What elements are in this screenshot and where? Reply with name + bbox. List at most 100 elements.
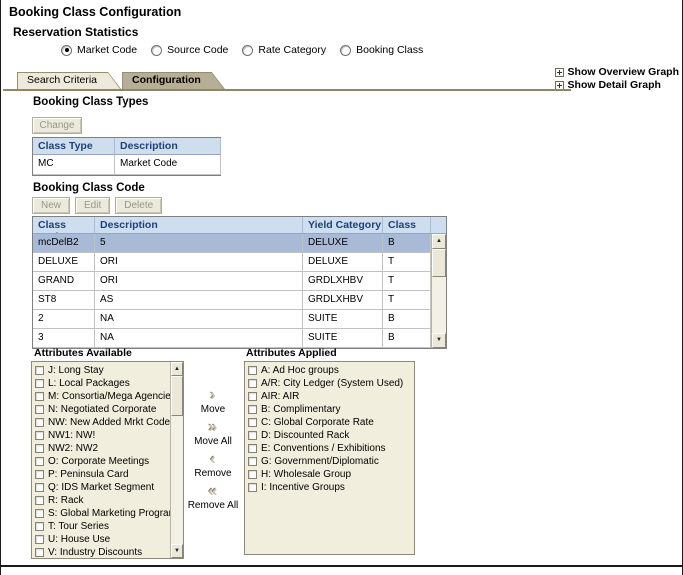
table-row[interactable]: 2 NA SUITE B bbox=[33, 310, 431, 329]
toolbar-button[interactable]: Edit bbox=[75, 197, 110, 214]
toolbar-button[interactable]: New bbox=[32, 197, 70, 214]
radio-button-icon[interactable] bbox=[242, 45, 253, 56]
column-header: Yield Category bbox=[303, 217, 383, 234]
tab[interactable]: Configuration bbox=[122, 72, 225, 89]
available-list-item[interactable]: Q: IDS Market Segment bbox=[32, 481, 170, 494]
table-row[interactable]: MC Market Code bbox=[33, 155, 220, 175]
available-list-item[interactable]: R: Rack bbox=[32, 494, 170, 507]
applied-list-item[interactable]: D: Discounted Rack bbox=[245, 429, 414, 442]
checkbox[interactable] bbox=[248, 392, 257, 401]
vertical-scrollbar[interactable]: ▲ ▼ bbox=[170, 362, 183, 558]
available-list-item[interactable]: U: House Use bbox=[32, 533, 170, 546]
yield-category-cell: GRDLXHBV bbox=[303, 272, 383, 291]
transfer-button[interactable]: » Move All bbox=[194, 421, 232, 450]
radio-button-icon[interactable] bbox=[340, 45, 351, 56]
show-graph-link[interactable]: Show Overview Graph bbox=[555, 66, 679, 78]
table-row[interactable]: DELUXE ORI DELUXE T bbox=[33, 253, 431, 272]
available-list-item[interactable]: J: Long Stay bbox=[32, 364, 170, 377]
expand-plus-icon[interactable] bbox=[555, 68, 564, 77]
available-list-item[interactable]: NW: New Added Mrkt Code bbox=[32, 416, 170, 429]
scroll-track[interactable] bbox=[171, 416, 183, 544]
table-row[interactable]: GRAND ORI GRDLXHBV T bbox=[33, 272, 431, 291]
table-row[interactable]: ST8 AS GRDLXHBV T bbox=[33, 291, 431, 310]
applied-list-item[interactable]: C: Global Corporate Rate bbox=[245, 416, 414, 429]
applied-list-item[interactable]: G: Government/Diplomatic bbox=[245, 455, 414, 468]
available-list-item[interactable]: M: Consortia/Mega Agencies bbox=[32, 390, 170, 403]
scroll-track[interactable] bbox=[432, 277, 446, 333]
booking-class-code-header-row: Class Code Description Yield Category Cl… bbox=[33, 217, 446, 234]
applied-list-item[interactable]: AIR: AIR bbox=[245, 390, 414, 403]
checkbox[interactable] bbox=[248, 457, 257, 466]
radio-option[interactable]: Booking Class bbox=[340, 44, 423, 56]
available-list-item[interactable]: NW2: NW2 bbox=[32, 442, 170, 455]
attribute-label: S: Global Marketing Programme bbox=[48, 508, 170, 519]
checkbox[interactable] bbox=[248, 366, 257, 375]
checkbox[interactable] bbox=[35, 496, 44, 505]
radio-option[interactable]: Source Code bbox=[151, 44, 228, 56]
applied-list-item[interactable]: E: Conventions / Exhibitions bbox=[245, 442, 414, 455]
checkbox[interactable] bbox=[35, 483, 44, 492]
checkbox[interactable] bbox=[35, 535, 44, 544]
scroll-down-button[interactable]: ▼ bbox=[432, 333, 446, 348]
checkbox[interactable] bbox=[35, 522, 44, 531]
scroll-thumb[interactable] bbox=[171, 376, 183, 416]
change-button[interactable]: Change bbox=[32, 117, 82, 134]
scroll-up-button[interactable]: ▲ bbox=[432, 234, 446, 249]
checkbox[interactable] bbox=[35, 548, 44, 557]
scroll-down-button[interactable]: ▼ bbox=[171, 544, 183, 558]
available-list-item[interactable]: S: Global Marketing Programme bbox=[32, 507, 170, 520]
checkbox[interactable] bbox=[35, 405, 44, 414]
checkbox[interactable] bbox=[35, 509, 44, 518]
checkbox[interactable] bbox=[35, 418, 44, 427]
available-list-item[interactable]: N: Negotiated Corporate bbox=[32, 403, 170, 416]
radio-button-icon[interactable] bbox=[61, 45, 72, 56]
tab[interactable]: Search Criteria bbox=[17, 72, 121, 89]
checkbox[interactable] bbox=[248, 405, 257, 414]
checkbox[interactable] bbox=[248, 483, 257, 492]
available-list-item[interactable]: P: Peninsula Card bbox=[32, 468, 170, 481]
available-list-item[interactable]: O: Corporate Meetings bbox=[32, 455, 170, 468]
applied-list-item[interactable]: I: Incentive Groups bbox=[245, 481, 414, 494]
applied-list-item[interactable]: A/R: City Ledger (System Used) bbox=[245, 377, 414, 390]
checkbox[interactable] bbox=[35, 444, 44, 453]
table-row[interactable]: 3 NA SUITE B bbox=[33, 329, 431, 348]
transfer-button[interactable]: « Remove All bbox=[188, 485, 239, 514]
transfer-buttons: › Move » Move All ‹ Remove « Remove All bbox=[184, 389, 242, 517]
checkbox[interactable] bbox=[248, 470, 257, 479]
attribute-label: O: Corporate Meetings bbox=[48, 456, 149, 467]
column-header: Class Code bbox=[33, 217, 95, 234]
transfer-button[interactable]: › Move bbox=[201, 389, 225, 418]
checkbox[interactable] bbox=[248, 418, 257, 427]
available-list-item[interactable]: T: Tour Series bbox=[32, 520, 170, 533]
available-list-item[interactable]: NW1: NW! bbox=[32, 429, 170, 442]
transfer-button[interactable]: ‹ Remove bbox=[194, 453, 231, 482]
class-type-cell: T bbox=[383, 253, 431, 272]
checkbox[interactable] bbox=[35, 457, 44, 466]
show-graph-link[interactable]: Show Detail Graph bbox=[555, 79, 679, 91]
checkbox[interactable] bbox=[35, 366, 44, 375]
radio-button-icon[interactable] bbox=[151, 45, 162, 56]
radio-option[interactable]: Rate Category bbox=[242, 44, 326, 56]
checkbox[interactable] bbox=[248, 379, 257, 388]
checkbox[interactable] bbox=[35, 379, 44, 388]
checkbox[interactable] bbox=[248, 444, 257, 453]
applied-list-item[interactable]: A: Ad Hoc groups bbox=[245, 364, 414, 377]
checkbox[interactable] bbox=[35, 431, 44, 440]
attribute-label: H: Wholesale Group bbox=[261, 469, 351, 480]
table-row[interactable]: mcDelB2 5 DELUXE B bbox=[33, 234, 431, 253]
checkbox[interactable] bbox=[35, 392, 44, 401]
available-list-item[interactable]: L: Local Packages bbox=[32, 377, 170, 390]
available-list-item[interactable]: V: Industry Discounts bbox=[32, 546, 170, 558]
applied-list-item[interactable]: B: Complimentary bbox=[245, 403, 414, 416]
attributes-available-items: J: Long Stay L: Local Packages M: Consor… bbox=[32, 362, 170, 558]
vertical-scrollbar[interactable]: ▲ ▼ bbox=[431, 234, 446, 348]
checkbox[interactable] bbox=[35, 470, 44, 479]
radio-option[interactable]: Market Code bbox=[61, 44, 137, 56]
scroll-thumb[interactable] bbox=[432, 249, 446, 277]
toolbar-button[interactable]: Delete bbox=[115, 197, 162, 214]
scroll-up-button[interactable]: ▲ bbox=[171, 362, 183, 376]
chevron-arrow-icon: « bbox=[209, 485, 218, 499]
checkbox[interactable] bbox=[248, 431, 257, 440]
applied-list-item[interactable]: H: Wholesale Group bbox=[245, 468, 414, 481]
yield-category-cell: DELUXE bbox=[303, 234, 383, 253]
